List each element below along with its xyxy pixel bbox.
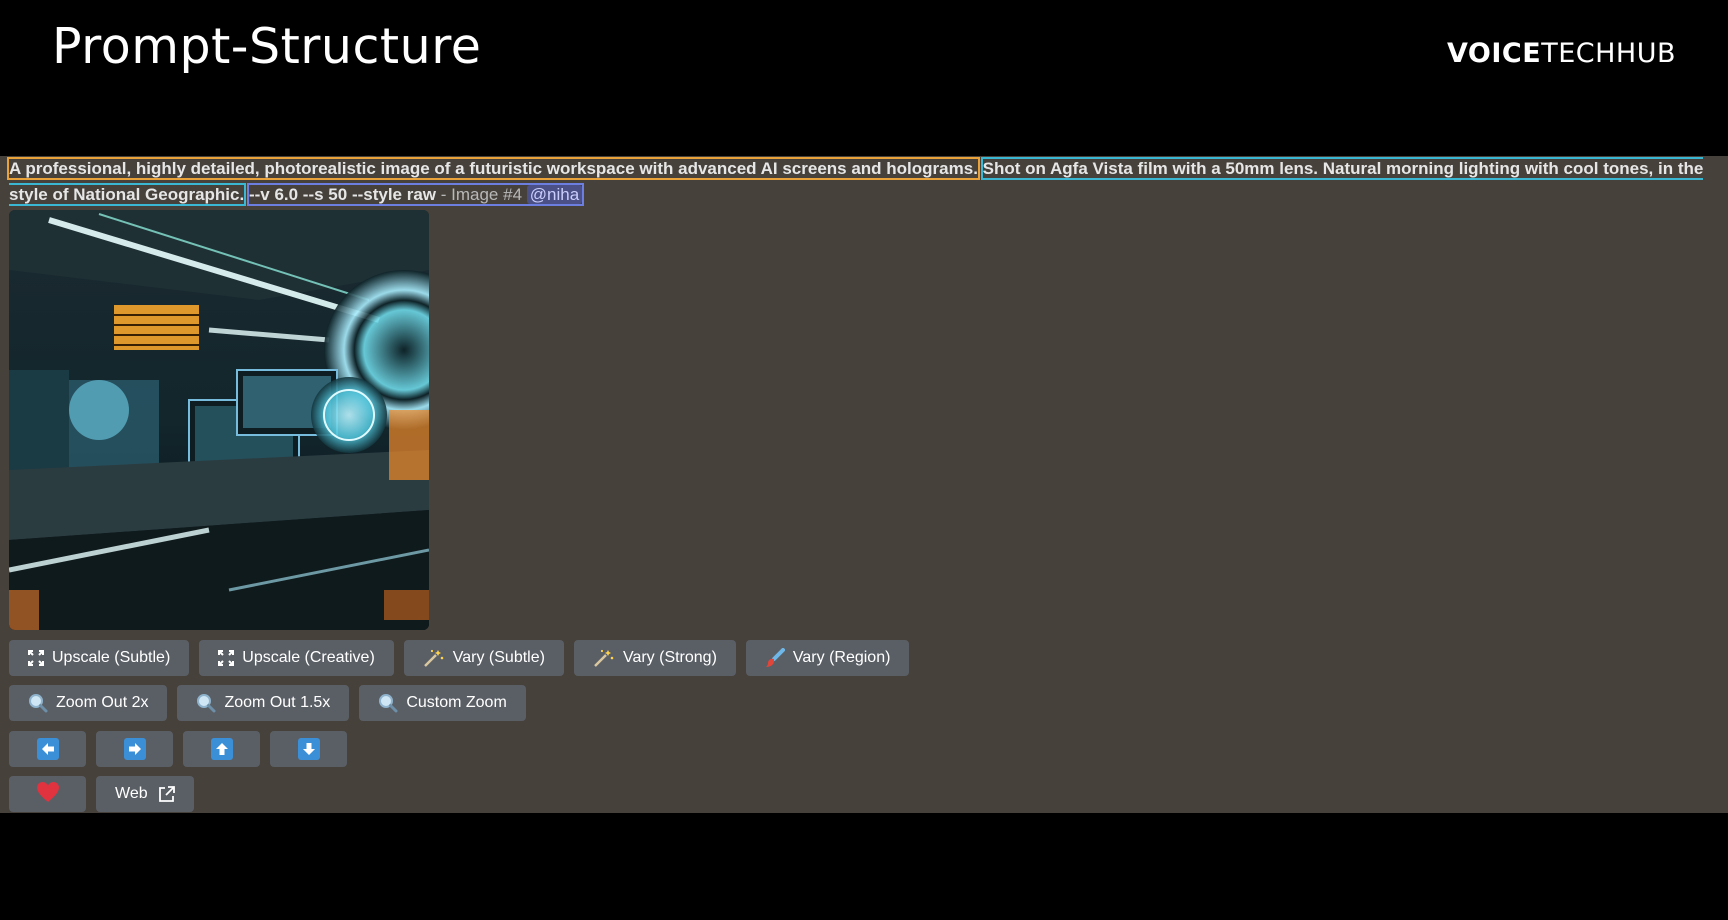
prompt-text: A professional, highly detailed, photore… <box>9 156 1709 208</box>
generated-image[interactable] <box>9 210 429 630</box>
upscale-creative-button[interactable]: Upscale (Creative) <box>199 640 394 676</box>
vary-subtle-button[interactable]: Vary (Subtle) <box>403 640 564 676</box>
zoom-out-1-5x-label: Zoom Out 1.5x <box>224 694 331 711</box>
upscale-subtle-button[interactable]: Upscale (Subtle) <box>9 640 190 676</box>
slide-title: Prompt-Structure <box>52 18 482 75</box>
vary-subtle-label: Vary (Subtle) <box>452 649 545 666</box>
prompt-params: --v 6.0 --s 50 --style raw <box>248 185 437 204</box>
arrow-down-icon <box>297 738 320 760</box>
upscale-creative-label: Upscale (Creative) <box>242 649 375 666</box>
vary-strong-button[interactable]: Vary (Strong) <box>573 640 736 676</box>
pan-up-button[interactable] <box>183 731 260 767</box>
arrow-left-icon <box>36 738 59 760</box>
favorite-button[interactable] <box>9 776 86 812</box>
brand-bold: VOICE <box>1447 38 1542 69</box>
vary-region-button[interactable]: Vary (Region) <box>745 640 910 676</box>
vary-region-label: Vary (Region) <box>792 649 891 666</box>
brand-regular: TECHHUB <box>1541 38 1676 69</box>
paintbrush-icon <box>765 648 785 668</box>
magic-wand-icon <box>423 648 445 668</box>
heart-icon <box>36 781 60 808</box>
prompt-params-segment: --v 6.0 --s 50 --style raw - Image #4 @n… <box>248 185 583 204</box>
pan-left-button[interactable] <box>9 731 86 767</box>
user-mention[interactable]: @niha <box>526 185 583 204</box>
web-label: Web <box>115 785 148 802</box>
custom-zoom-button[interactable]: Custom Zoom <box>359 685 526 721</box>
zoom-out-2x-label: Zoom Out 2x <box>56 694 149 711</box>
brand-logo: VOICETECHHUB <box>1447 38 1676 69</box>
external-link-icon <box>158 785 175 803</box>
image-number: - Image #4 <box>436 185 527 204</box>
upscale-subtle-label: Upscale (Subtle) <box>52 649 171 666</box>
magnifier-icon <box>196 693 216 713</box>
action-row-2: Zoom Out 2x Zoom Out 1.5x Custom Zoom <box>9 685 526 721</box>
vary-strong-label: Vary (Strong) <box>622 649 717 666</box>
magnifier-icon <box>378 693 398 713</box>
pan-right-button[interactable] <box>96 731 173 767</box>
action-row-1: Upscale (Subtle) Upscale (Creative) Vary… <box>9 640 910 676</box>
zoom-out-1-5x-button[interactable]: Zoom Out 1.5x <box>177 685 350 721</box>
expand-icon <box>218 650 235 666</box>
custom-zoom-label: Custom Zoom <box>406 694 507 711</box>
pan-down-button[interactable] <box>270 731 347 767</box>
zoom-out-2x-button[interactable]: Zoom Out 2x <box>9 685 168 721</box>
expand-icon <box>28 650 44 666</box>
pan-row <box>9 731 347 767</box>
chat-message-panel: A professional, highly detailed, photore… <box>0 156 1728 813</box>
magnifier-icon <box>28 693 48 713</box>
arrow-right-icon <box>123 738 146 760</box>
web-link-button[interactable]: Web <box>96 776 194 812</box>
magic-wand-icon <box>593 648 615 668</box>
action-row-4: Web <box>9 776 194 812</box>
arrow-up-icon <box>210 738 233 760</box>
prompt-subject-segment: A professional, highly detailed, photore… <box>9 159 978 178</box>
